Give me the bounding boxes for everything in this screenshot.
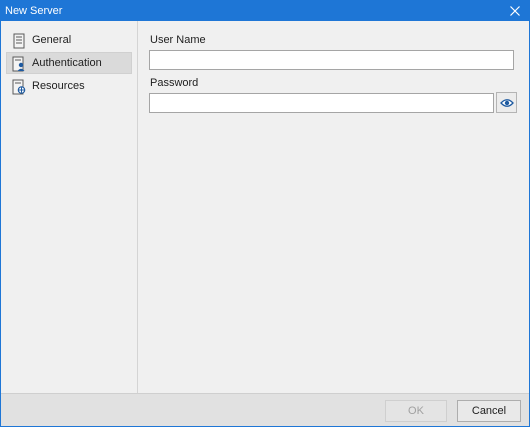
password-input[interactable] bbox=[149, 93, 494, 113]
resources-icon bbox=[12, 79, 26, 95]
sidebar-item-label: Resources bbox=[32, 80, 85, 92]
auth-panel: User Name Password bbox=[138, 21, 529, 393]
close-button[interactable] bbox=[501, 1, 529, 21]
ok-button[interactable]: OK bbox=[385, 400, 447, 422]
password-label: Password bbox=[150, 77, 199, 89]
username-label: User Name bbox=[150, 34, 206, 46]
server-icon bbox=[13, 33, 25, 49]
title-bar: New Server bbox=[1, 1, 529, 21]
eye-icon bbox=[499, 98, 514, 107]
username-input[interactable] bbox=[149, 50, 514, 70]
new-server-dialog: New Server General Authentication Resour… bbox=[0, 0, 530, 427]
sidebar-item-label: General bbox=[32, 34, 72, 46]
sidebar-item-authentication[interactable]: Authentication bbox=[6, 52, 132, 74]
dialog-footer: OK Cancel bbox=[1, 393, 529, 426]
sidebar-item-label: Authentication bbox=[32, 57, 102, 69]
user-auth-icon bbox=[12, 56, 25, 72]
show-password-button[interactable] bbox=[496, 92, 517, 113]
sidebar-item-resources[interactable]: Resources bbox=[6, 75, 132, 97]
cancel-button[interactable]: Cancel bbox=[457, 400, 521, 422]
close-icon bbox=[510, 6, 520, 16]
sidebar-nav: General Authentication Resources bbox=[1, 21, 138, 393]
window-title: New Server bbox=[5, 5, 63, 17]
sidebar-item-general[interactable]: General bbox=[6, 29, 132, 51]
